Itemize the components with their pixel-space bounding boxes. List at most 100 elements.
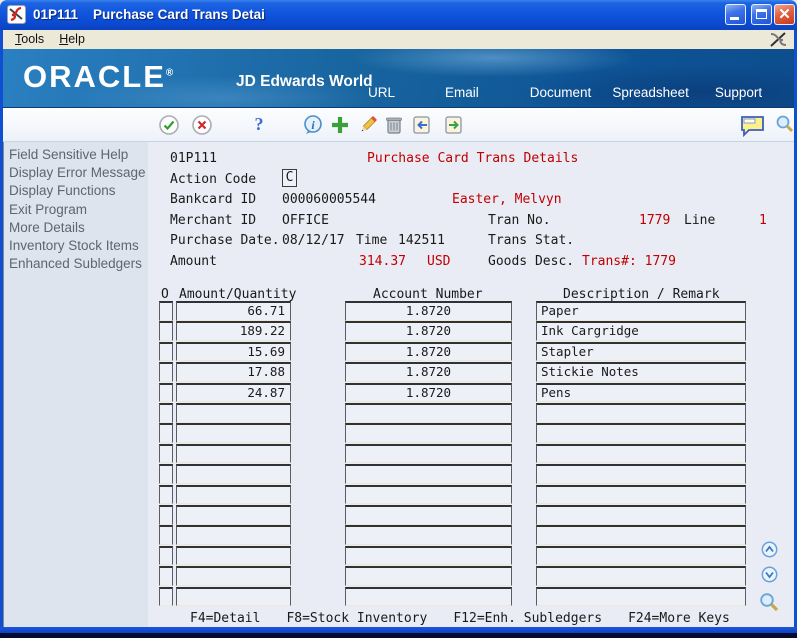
cell-amount[interactable]	[176, 484, 291, 505]
cell-amount[interactable]: 189.22	[176, 321, 291, 341]
cell-account[interactable]: 1.8720	[345, 341, 512, 362]
scroll-down-button[interactable]	[761, 566, 778, 588]
cell-account[interactable]	[345, 525, 512, 545]
cell-description[interactable]: Paper	[536, 301, 746, 321]
sidebar-item-inventory-stock-items[interactable]: Inventory Stock Items	[4, 237, 148, 255]
close-button[interactable]: ✕	[774, 4, 795, 25]
cell-account[interactable]	[345, 423, 512, 443]
delete-trash-icon[interactable]	[383, 114, 405, 136]
cell-amount[interactable]: 24.87	[176, 382, 291, 403]
help-icon[interactable]: ?	[248, 114, 270, 136]
cell-account[interactable]	[345, 566, 512, 586]
line-value: 1	[759, 213, 767, 228]
cell-account[interactable]	[345, 464, 512, 484]
table-row	[0, 464, 794, 484]
cell-description[interactable]: Stickie Notes	[536, 362, 746, 382]
sidebar-item-field-sensitive-help[interactable]: Field Sensitive Help	[4, 146, 148, 164]
cell-description[interactable]	[536, 464, 746, 484]
edit-pencil-icon[interactable]	[357, 114, 379, 136]
cell-o[interactable]	[159, 403, 173, 423]
cell-amount[interactable]	[176, 464, 291, 484]
add-icon[interactable]	[329, 114, 351, 136]
sidebar-item-display-error-message[interactable]: Display Error Message	[4, 164, 148, 182]
cell-account[interactable]: 1.8720	[345, 382, 512, 403]
cell-description[interactable]	[536, 505, 746, 525]
cell-o[interactable]	[159, 321, 173, 341]
cell-description[interactable]	[536, 423, 746, 443]
bankcard-id-value[interactable]: 000060005544	[282, 192, 376, 207]
title-bar[interactable]: 01P111 Purchase Card Trans Detai ✕	[0, 0, 797, 30]
cell-account[interactable]	[345, 545, 512, 566]
cell-amount[interactable]	[176, 443, 291, 464]
cell-o[interactable]	[159, 484, 173, 505]
menu-help[interactable]: Help	[56, 30, 88, 48]
cell-account[interactable]	[345, 403, 512, 423]
sidebar-item-exit-program[interactable]: Exit Program	[4, 201, 148, 219]
cell-o[interactable]	[159, 586, 173, 607]
cell-amount[interactable]	[176, 586, 291, 607]
tran-no-label: Tran No.	[488, 213, 551, 228]
cell-amount[interactable]	[176, 566, 291, 586]
cell-description[interactable]: Pens	[536, 382, 746, 403]
detail-search-icon[interactable]	[759, 592, 780, 618]
cell-account[interactable]: 1.8720	[345, 362, 512, 382]
sidebar-item-more-details[interactable]: More Details	[4, 219, 148, 237]
cell-account[interactable]: 1.8720	[345, 301, 512, 321]
cell-o[interactable]	[159, 382, 173, 403]
cell-o[interactable]	[159, 423, 173, 443]
cell-account[interactable]	[345, 443, 512, 464]
menu-tools[interactable]: Tools	[12, 30, 47, 48]
cell-description[interactable]: Stapler	[536, 341, 746, 362]
cell-o[interactable]	[159, 525, 173, 545]
banner-link-support[interactable]: Support	[715, 85, 762, 100]
cell-account[interactable]	[345, 505, 512, 525]
ok-icon[interactable]	[158, 114, 180, 136]
cell-account[interactable]	[345, 586, 512, 607]
cell-description[interactable]	[536, 586, 746, 607]
cell-o[interactable]	[159, 443, 173, 464]
cell-o[interactable]	[159, 464, 173, 484]
purchase-date-value[interactable]: 08/12/17	[282, 233, 345, 248]
cell-description[interactable]	[536, 484, 746, 505]
cell-amount[interactable]: 17.88	[176, 362, 291, 382]
cell-description[interactable]	[536, 525, 746, 545]
cell-amount[interactable]	[176, 545, 291, 566]
cell-amount[interactable]: 66.71	[176, 301, 291, 321]
info-icon[interactable]: i	[302, 114, 324, 136]
cell-description[interactable]	[536, 403, 746, 423]
scroll-up-button[interactable]	[761, 541, 778, 563]
banner-link-email[interactable]: Email	[445, 85, 479, 100]
cell-amount[interactable]	[176, 505, 291, 525]
cell-amount[interactable]	[176, 423, 291, 443]
cell-o[interactable]	[159, 545, 173, 566]
merchant-id-value[interactable]: OFFICE	[282, 213, 329, 228]
cell-amount[interactable]	[176, 403, 291, 423]
action-code-input[interactable]: C	[282, 169, 297, 187]
banner-links: URL Email Document Spreadsheet Support	[368, 85, 762, 100]
banner-link-url[interactable]: URL	[368, 85, 395, 100]
cell-o[interactable]	[159, 505, 173, 525]
minimize-button[interactable]	[725, 4, 746, 25]
cell-o[interactable]	[159, 301, 173, 321]
cell-o[interactable]	[159, 566, 173, 586]
cell-amount[interactable]	[176, 525, 291, 545]
cell-description[interactable]	[536, 566, 746, 586]
cell-account[interactable]	[345, 484, 512, 505]
cell-description[interactable]	[536, 443, 746, 464]
cancel-icon[interactable]	[191, 114, 213, 136]
maximize-button[interactable]	[751, 4, 772, 25]
trans-ref: Trans#: 1779	[582, 254, 676, 269]
banner-link-document[interactable]: Document	[530, 85, 592, 100]
prev-record-icon[interactable]	[411, 114, 433, 136]
cell-description[interactable]	[536, 545, 746, 566]
cell-o[interactable]	[159, 362, 173, 382]
cell-amount[interactable]: 15.69	[176, 341, 291, 362]
cell-o[interactable]	[159, 341, 173, 362]
notes-icon[interactable]	[739, 114, 767, 138]
cell-account[interactable]: 1.8720	[345, 321, 512, 341]
cell-description[interactable]: Ink Cargridge	[536, 321, 746, 341]
sidebar-item-enhanced-subledgers[interactable]: Enhanced Subledgers	[4, 255, 148, 273]
banner-link-spreadsheet[interactable]: Spreadsheet	[612, 85, 689, 100]
sidebar-item-display-functions[interactable]: Display Functions	[4, 182, 148, 200]
next-record-icon[interactable]	[443, 114, 465, 136]
